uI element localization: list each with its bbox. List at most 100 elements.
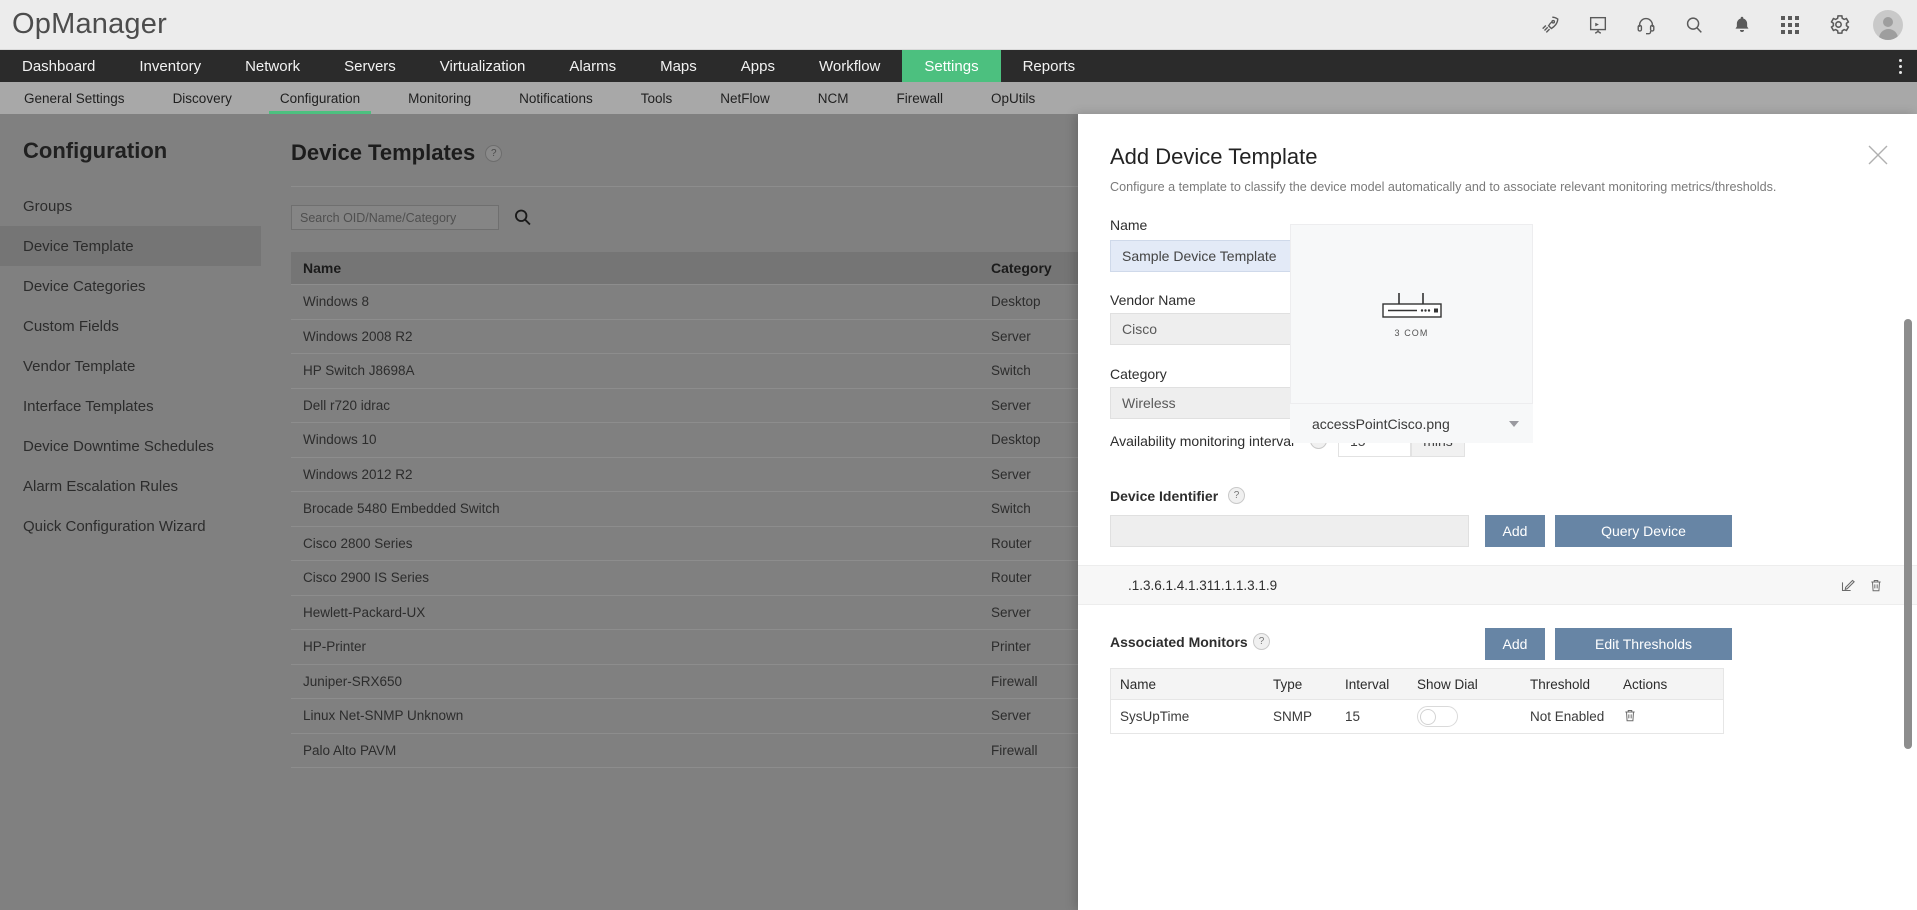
oid-entry-row: .1.3.6.1.4.1.311.1.1.3.1.9: [1078, 565, 1917, 605]
cell-name: Hewlett-Packard-UX: [291, 605, 991, 620]
delete-oid-icon[interactable]: [1869, 578, 1883, 593]
monitor-show-dial-cell: [1417, 706, 1530, 727]
main-navigation: Dashboard Inventory Network Servers Virt…: [0, 50, 1917, 82]
category-value: Wireless: [1122, 395, 1176, 411]
bell-icon[interactable]: [1729, 12, 1755, 38]
nav-item-settings[interactable]: Settings: [902, 50, 1000, 82]
nav-item-servers[interactable]: Servers: [322, 50, 418, 82]
name-label: Name: [1110, 217, 1147, 233]
sidebar-item-device-template[interactable]: Device Template: [0, 226, 261, 266]
edit-thresholds-button[interactable]: Edit Thresholds: [1555, 628, 1732, 660]
subnav-item-discovery[interactable]: Discovery: [149, 82, 256, 114]
subnav-item-netflow[interactable]: NetFlow: [696, 82, 794, 114]
subnav-item-firewall[interactable]: Firewall: [873, 82, 968, 114]
cell-name: Windows 10: [291, 432, 991, 447]
sidebar: Configuration Groups Device Template Dev…: [0, 114, 261, 910]
chevron-down-icon: [1509, 404, 1519, 443]
panel-scrollbar[interactable]: [1904, 319, 1912, 749]
sidebar-item-vendor-template[interactable]: Vendor Template: [0, 346, 261, 386]
subnav-item-monitoring[interactable]: Monitoring: [384, 82, 495, 114]
app-root: OpManager: [0, 0, 1917, 910]
sidebar-item-custom-fields[interactable]: Custom Fields: [0, 306, 261, 346]
nav-item-workflow[interactable]: Workflow: [797, 50, 902, 82]
monitor-type: SNMP: [1273, 709, 1345, 724]
sidebar-item-device-categories[interactable]: Device Categories: [0, 266, 261, 306]
device-identifier-label: Device Identifier: [1110, 488, 1218, 504]
sidebar-list: Groups Device Template Device Categories…: [0, 186, 261, 546]
subnav-item-oputils[interactable]: OpUtils: [967, 82, 1059, 114]
search-input[interactable]: [291, 205, 499, 230]
cell-name: Dell r720 idrac: [291, 398, 991, 413]
delete-monitor-icon[interactable]: [1623, 708, 1637, 723]
subnav-item-notifications[interactable]: Notifications: [495, 82, 617, 114]
cell-name: Windows 2012 R2: [291, 467, 991, 482]
presentation-icon[interactable]: [1585, 12, 1611, 38]
gear-icon[interactable]: [1825, 12, 1851, 38]
device-image-filename: accessPointCisco.png: [1312, 416, 1450, 432]
monitors-col-interval: Interval: [1345, 677, 1417, 692]
nav-item-maps[interactable]: Maps: [638, 50, 719, 82]
nav-overflow-menu-icon[interactable]: [1883, 50, 1917, 82]
device-image-caption: 3 COM: [1394, 328, 1428, 338]
nav-item-reports[interactable]: Reports: [1001, 50, 1098, 82]
cell-name: HP Switch J8698A: [291, 363, 991, 378]
grid-apps-icon[interactable]: [1777, 12, 1803, 38]
monitor-interval: 15: [1345, 709, 1417, 724]
add-device-template-panel: Add Device Template Configure a template…: [1078, 114, 1917, 910]
device-identifier-input[interactable]: [1110, 515, 1469, 547]
panel-body: Add Device Template Configure a template…: [1078, 114, 1917, 910]
headset-icon[interactable]: [1633, 12, 1659, 38]
sidebar-item-groups[interactable]: Groups: [0, 186, 261, 226]
panel-subtitle: Configure a template to classify the dev…: [1110, 180, 1776, 194]
cell-name: Juniper-SRX650: [291, 674, 991, 689]
subnav-item-ncm[interactable]: NCM: [794, 82, 873, 114]
nav-item-dashboard[interactable]: Dashboard: [0, 50, 117, 82]
category-label: Category: [1110, 366, 1167, 382]
nav-item-inventory[interactable]: Inventory: [117, 50, 223, 82]
cell-name: Palo Alto PAVM: [291, 743, 991, 758]
avatar-icon: [1873, 10, 1903, 40]
subnav-item-tools[interactable]: Tools: [617, 82, 697, 114]
nav-item-virtualization[interactable]: Virtualization: [418, 50, 548, 82]
device-identifier-help-icon[interactable]: ?: [1228, 487, 1245, 504]
cell-name: Brocade 5480 Embedded Switch: [291, 501, 991, 516]
edit-oid-icon[interactable]: [1840, 578, 1855, 593]
nav-item-apps[interactable]: Apps: [719, 50, 797, 82]
search-icon[interactable]: [1681, 12, 1707, 38]
nav-item-alarms[interactable]: Alarms: [547, 50, 638, 82]
oid-value: .1.3.6.1.4.1.311.1.1.3.1.9: [1078, 578, 1277, 593]
associated-monitors-table: Name Type Interval Show Dial Threshold A…: [1110, 668, 1724, 734]
sidebar-item-quick-configuration-wizard[interactable]: Quick Configuration Wizard: [0, 506, 261, 546]
sidebar-item-device-downtime-schedules[interactable]: Device Downtime Schedules: [0, 426, 261, 466]
availability-interval-label: Availability monitoring interval: [1110, 433, 1294, 449]
subnav-item-configuration[interactable]: Configuration: [256, 82, 384, 114]
device-image-select[interactable]: accessPointCisco.png: [1290, 404, 1533, 443]
sidebar-item-alarm-escalation-rules[interactable]: Alarm Escalation Rules: [0, 466, 261, 506]
monitors-header-row: Name Type Interval Show Dial Threshold A…: [1110, 668, 1724, 700]
avatar[interactable]: [1873, 10, 1903, 40]
monitors-col-threshold: Threshold: [1530, 677, 1623, 692]
close-icon[interactable]: [1865, 142, 1891, 168]
monitor-threshold: Not Enabled: [1530, 709, 1623, 724]
cell-name: Cisco 2800 Series: [291, 536, 991, 551]
nav-item-network[interactable]: Network: [223, 50, 322, 82]
page-help-icon[interactable]: ?: [485, 145, 502, 162]
monitor-name: SysUpTime: [1111, 709, 1273, 724]
page-title: Device Templates: [291, 140, 475, 166]
query-device-button[interactable]: Query Device: [1555, 515, 1732, 547]
subnav-item-general-settings[interactable]: General Settings: [0, 82, 149, 114]
app-logo: OpManager: [12, 8, 167, 41]
monitor-actions-cell: [1623, 708, 1713, 726]
add-monitor-button[interactable]: Add: [1485, 628, 1545, 660]
associated-monitors-help-icon[interactable]: ?: [1253, 633, 1270, 650]
cell-name: Windows 2008 R2: [291, 329, 991, 344]
device-identifier-add-button[interactable]: Add: [1485, 515, 1545, 547]
show-dial-toggle[interactable]: [1417, 706, 1458, 727]
column-header-name[interactable]: Name: [291, 260, 991, 276]
vendor-name-value: Cisco: [1122, 321, 1157, 337]
rocket-icon[interactable]: [1537, 12, 1563, 38]
monitors-col-show-dial: Show Dial: [1417, 677, 1530, 692]
sidebar-item-interface-templates[interactable]: Interface Templates: [0, 386, 261, 426]
search-submit-icon[interactable]: [512, 207, 533, 228]
cell-name: Cisco 2900 IS Series: [291, 570, 991, 585]
